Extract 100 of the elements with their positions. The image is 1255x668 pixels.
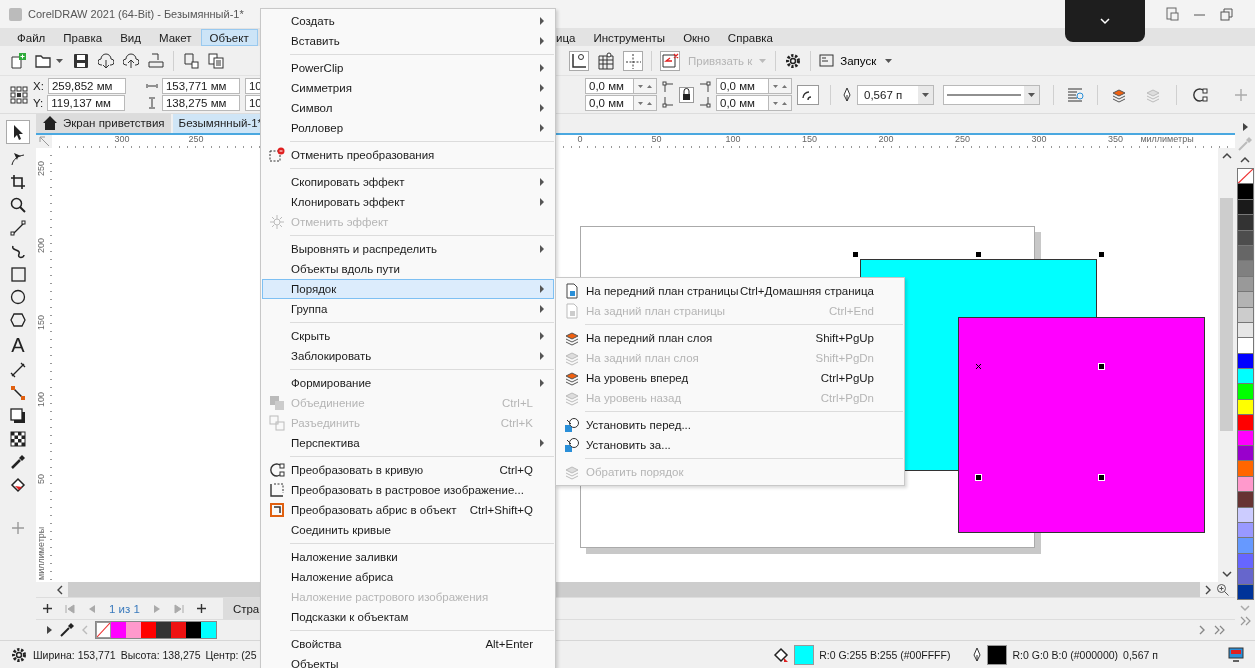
menu-item[interactable]: На уровень вперед Ctrl+PgUp	[557, 368, 903, 388]
snap-off-icon[interactable]	[660, 50, 680, 71]
x-field[interactable]: 259,852 мм	[47, 78, 126, 94]
menu-bar-item[interactable]: Правка	[54, 28, 112, 46]
expand-icon[interactable]	[1241, 122, 1249, 132]
menu-item[interactable]: Объекты вдоль пути	[262, 259, 554, 279]
dimension-tool-icon[interactable]	[10, 362, 26, 378]
menu-item[interactable]: Заблокировать	[262, 346, 554, 366]
corner-field[interactable]: 0,0 мм	[716, 78, 769, 94]
save-icon[interactable]	[73, 52, 89, 69]
shadow-tool-icon[interactable]	[10, 408, 26, 424]
zoom-icon[interactable]	[1216, 583, 1229, 597]
line-style-dropdown[interactable]	[943, 84, 1040, 105]
menu-bar-item[interactable]: ица	[555, 28, 585, 46]
menu-item[interactable]: Клонировать эффект	[262, 192, 554, 212]
selection-handle[interactable]	[975, 250, 982, 258]
menu-item[interactable]: Наложение заливки	[262, 547, 554, 567]
curve-tool-icon[interactable]	[10, 243, 26, 259]
expand-icon[interactable]	[46, 625, 53, 635]
menu-item[interactable]: Скопировать эффект	[262, 172, 554, 192]
new-document-icon[interactable]	[10, 52, 26, 69]
line-tool-icon[interactable]	[10, 220, 26, 236]
menu-item[interactable]: Свойства Alt+Enter	[262, 634, 554, 654]
color-swatch[interactable]	[1236, 415, 1254, 431]
color-swatch[interactable]	[1236, 461, 1254, 477]
caret-down-icon[interactable]	[921, 90, 930, 99]
outline-width-dropdown[interactable]: 0,567 п	[857, 84, 934, 105]
position-grid-icon[interactable]	[10, 85, 28, 104]
menu-bar-item[interactable]: Справка	[718, 28, 782, 46]
menu-item[interactable]: Установить перед...	[557, 415, 903, 435]
export-icon[interactable]	[208, 52, 224, 69]
color-swatch[interactable]	[1236, 569, 1254, 585]
menu-item[interactable]: На передний план страницыCtrl+Домашняя страница	[557, 281, 903, 301]
corner-field[interactable]: 0,0 мм	[585, 78, 634, 94]
color-swatch[interactable]	[1236, 292, 1254, 308]
selection-handle[interactable]	[1098, 362, 1105, 370]
settings-icon[interactable]	[10, 646, 28, 664]
menu-item[interactable]: Скрыть	[262, 326, 554, 346]
eyedropper-icon[interactable]	[10, 454, 26, 470]
chevron-up-icon[interactable]	[1240, 156, 1250, 164]
pick-tool[interactable]	[6, 120, 30, 144]
grid-icon[interactable]	[597, 51, 615, 70]
launch-button[interactable]: Запуск	[819, 53, 877, 68]
y-field[interactable]: 119,137 мм	[47, 95, 126, 111]
print-icon[interactable]	[148, 52, 164, 69]
lock-icon[interactable]	[679, 86, 694, 103]
no-color-swatch[interactable]	[1236, 169, 1254, 185]
eyedropper-icon[interactable]	[59, 622, 75, 638]
import-icon[interactable]	[183, 52, 199, 69]
scrollbar-thumb[interactable]	[1220, 198, 1233, 432]
corner-icon[interactable]	[699, 81, 711, 93]
menu-item[interactable]: Формирование	[262, 373, 554, 393]
color-swatch[interactable]	[1236, 369, 1254, 385]
color-swatch[interactable]	[1236, 384, 1254, 400]
menu-item[interactable]: Перспектива	[262, 433, 554, 453]
menu-item[interactable]: Создать	[262, 11, 554, 31]
menu-bar-item[interactable]: Файл	[8, 28, 55, 46]
color-swatch[interactable]	[1236, 215, 1254, 231]
menu-item[interactable]: Группа	[262, 299, 554, 319]
plus-icon[interactable]	[195, 603, 207, 615]
menu-item[interactable]: Соединить кривые	[262, 520, 554, 540]
corner-icon[interactable]	[699, 96, 711, 108]
document-tab[interactable]: Экран приветствия	[36, 114, 171, 133]
chevron-left-icon[interactable]	[56, 584, 64, 595]
menu-bar-item[interactable]: Вид	[111, 28, 150, 46]
menu-bar-item[interactable]: Окно	[674, 28, 719, 46]
menu-item[interactable]: Установить за...	[557, 435, 903, 455]
menu-bar-item[interactable]: Инструменты	[584, 28, 675, 46]
corner-icon[interactable]	[662, 96, 674, 108]
center-mark[interactable]	[975, 362, 982, 370]
menu-item[interactable]: PowerClip	[262, 58, 554, 78]
transparency-tool-icon[interactable]	[10, 431, 26, 447]
menu-item[interactable]: Отменить преобразования	[262, 145, 554, 165]
double-chevron-icon[interactable]	[1214, 625, 1225, 635]
restore-icon[interactable]	[1220, 7, 1233, 21]
color-swatch[interactable]	[156, 622, 171, 638]
spinner-button[interactable]	[634, 95, 657, 111]
rulers-icon[interactable]	[569, 50, 589, 71]
menu-item[interactable]: Преобразовать в кривую Ctrl+Q	[262, 460, 554, 480]
menu-item[interactable]: Вставить	[262, 31, 554, 51]
menu-item[interactable]: Порядок	[262, 279, 554, 299]
menu-item[interactable]: Симметрия	[262, 78, 554, 98]
vertical-ruler[interactable]: 250 200 150 100 50 миллиметры	[36, 147, 52, 583]
ellipse-tool-icon[interactable]	[10, 289, 26, 305]
crop-icon[interactable]	[10, 174, 26, 190]
menu-item[interactable]: Объекты	[262, 654, 554, 668]
caret-down-icon[interactable]	[55, 56, 64, 65]
menu-item[interactable]: Наложение абриса	[262, 567, 554, 587]
menu-item[interactable]: На передний план слоя Shift+PgUp	[557, 328, 903, 348]
settings-icon[interactable]	[784, 51, 803, 70]
color-swatch[interactable]	[201, 622, 216, 638]
window-icon[interactable]	[1165, 7, 1179, 21]
menu-bar-item[interactable]: Макет	[149, 28, 201, 46]
zoom-icon[interactable]	[10, 197, 26, 213]
color-swatch[interactable]	[111, 622, 126, 638]
shape-tool-icon[interactable]	[10, 151, 26, 167]
color-swatch[interactable]	[1236, 538, 1254, 554]
menu-item[interactable]: Выровнять и распределить	[262, 239, 554, 259]
folder-icon[interactable]	[35, 52, 51, 69]
selection-handle[interactable]	[1098, 250, 1105, 258]
